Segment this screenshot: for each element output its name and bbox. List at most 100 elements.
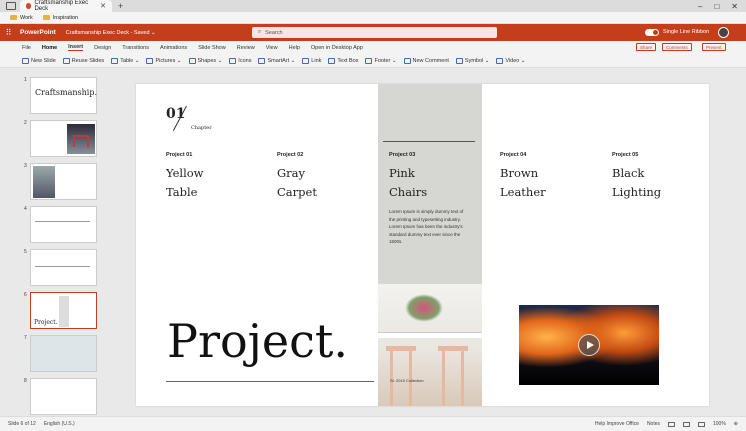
project-name: Pink Chairs bbox=[389, 164, 489, 202]
video-button[interactable]: Video ⌄ bbox=[496, 57, 526, 64]
language-indicator[interactable]: English (U.S.) bbox=[44, 421, 75, 427]
tab-design[interactable]: Design bbox=[94, 45, 111, 51]
text-box-button[interactable]: Text Box bbox=[328, 57, 358, 64]
chairs-photo[interactable]: St. 2019 Collection bbox=[378, 284, 482, 406]
tool-label: Table ⌄ bbox=[120, 57, 140, 64]
close-tab-icon[interactable]: ✕ bbox=[100, 2, 106, 10]
reuse-slides-icon bbox=[62, 57, 70, 64]
tab-review[interactable]: Review bbox=[237, 45, 255, 51]
project-name-line: Lighting bbox=[612, 185, 662, 199]
new-tab-button[interactable]: + bbox=[118, 1, 123, 11]
tab-slide-show[interactable]: Slide Show bbox=[198, 45, 226, 51]
shapes-button[interactable]: Shapes ⌄ bbox=[188, 57, 223, 64]
stool-shape bbox=[438, 346, 468, 406]
thumb-number: 3 bbox=[24, 163, 27, 169]
open-desktop-app-link[interactable]: Open in Desktop App bbox=[311, 45, 363, 51]
project-name-line: Table bbox=[166, 185, 198, 199]
powerpoint-favicon-icon bbox=[26, 3, 32, 9]
fit-to-window-icon[interactable]: ⊕ bbox=[734, 421, 738, 427]
slide-sorter-icon[interactable] bbox=[683, 421, 690, 427]
thumbnail-slide-8[interactable] bbox=[30, 378, 97, 415]
play-icon[interactable] bbox=[578, 334, 600, 356]
present-button[interactable]: Present bbox=[702, 43, 726, 51]
search-placeholder: Search bbox=[265, 29, 283, 36]
symbol-button[interactable]: Symbol ⌄ bbox=[455, 57, 490, 64]
thumb-number: 8 bbox=[24, 378, 27, 384]
thumbnail-slide-3[interactable] bbox=[30, 163, 97, 200]
ribbon-tabs: File Home Insert Design Transitions Anim… bbox=[0, 41, 746, 54]
icons-button[interactable]: Icons bbox=[229, 57, 252, 64]
pictures-button[interactable]: Pictures ⌄ bbox=[146, 57, 182, 64]
thumbnail-slide-4[interactable] bbox=[30, 206, 97, 243]
favorite-inspiration[interactable]: Inspiration bbox=[42, 14, 79, 21]
folder-icon bbox=[10, 15, 17, 20]
favorite-work[interactable]: Work bbox=[10, 15, 33, 21]
project-name: Gray Carpet bbox=[277, 164, 377, 202]
project-name-line: Black bbox=[612, 166, 645, 180]
browser-tab[interactable]: Craftsmanship Exec Deck ✕ bbox=[20, 0, 112, 12]
notes-button[interactable]: Notes bbox=[647, 421, 660, 427]
status-right: Help Improve Office Notes 100% ⊕ bbox=[595, 421, 738, 427]
reuse-slides-button[interactable]: Reuse Slides bbox=[62, 57, 105, 64]
minimize-button[interactable]: – bbox=[698, 2, 702, 11]
tab-insert[interactable]: Insert bbox=[68, 44, 84, 51]
single-line-ribbon-toggle[interactable] bbox=[645, 29, 659, 36]
project-name: Brown Leather bbox=[500, 164, 600, 202]
tab-home[interactable]: Home bbox=[42, 45, 57, 51]
project-name-line: Leather bbox=[500, 185, 546, 199]
tool-label: Pictures ⌄ bbox=[155, 57, 182, 64]
tab-actions-icon[interactable] bbox=[6, 2, 16, 10]
normal-view-icon[interactable] bbox=[668, 421, 675, 427]
link-button[interactable]: Link bbox=[302, 57, 321, 64]
project-name-line: Yellow bbox=[166, 166, 204, 180]
pictures-icon bbox=[146, 57, 154, 64]
document-title[interactable]: Craftsmanship Exec Deck - Saved ⌄ bbox=[66, 30, 156, 36]
app-launcher-icon[interactable]: ⠿ bbox=[0, 24, 16, 41]
tool-label: Shapes ⌄ bbox=[197, 57, 223, 64]
thumbnail-slide-7[interactable] bbox=[30, 335, 97, 372]
shapes-icon bbox=[188, 57, 196, 64]
tool-label: Reuse Slides bbox=[71, 57, 105, 64]
thumbnail-text-line bbox=[35, 221, 90, 222]
status-bar: Slide 6 of 12 English (U.S.) Help Improv… bbox=[0, 416, 746, 431]
maximize-button[interactable]: □ bbox=[714, 2, 719, 11]
project-name: Black Lighting bbox=[612, 164, 709, 202]
slide-canvas[interactable]: 01 Chapter Project 01 Yellow Table Projec… bbox=[136, 84, 709, 406]
tab-view[interactable]: View bbox=[266, 45, 278, 51]
tab-transitions[interactable]: Transitions bbox=[122, 45, 149, 51]
search-input[interactable]: ⌕ Search bbox=[252, 27, 497, 38]
new-comment-button[interactable]: New Comment bbox=[403, 57, 449, 64]
counter-shape bbox=[378, 332, 482, 338]
red-chair-shape bbox=[73, 135, 89, 147]
tab-animations[interactable]: Animations bbox=[160, 45, 187, 51]
reading-view-icon[interactable] bbox=[698, 421, 705, 427]
tool-label: Symbol ⌄ bbox=[464, 57, 490, 64]
thumbnail-slide-5[interactable] bbox=[30, 249, 97, 286]
share-button[interactable]: Share bbox=[636, 43, 657, 51]
table-button[interactable]: Table ⌄ bbox=[111, 57, 140, 64]
app-name[interactable]: PowerPoint bbox=[20, 29, 56, 36]
insert-toolbar: New Slide Reuse Slides Table ⌄ Pictures … bbox=[0, 54, 746, 68]
favorite-label: Work bbox=[20, 14, 33, 21]
comments-button[interactable]: Comments bbox=[662, 43, 692, 51]
project-label: Project 04 bbox=[500, 152, 527, 158]
tab-file[interactable]: File bbox=[22, 45, 31, 51]
thumbnail-slide-6[interactable]: Project. bbox=[30, 292, 97, 329]
footer-button[interactable]: Footer ⌄ bbox=[365, 57, 397, 64]
present-label: Present bbox=[706, 44, 722, 50]
smartart-button[interactable]: SmartArt ⌄ bbox=[258, 57, 296, 64]
thumbnail-slide-2[interactable] bbox=[30, 120, 97, 157]
project-name: Yellow Table bbox=[166, 164, 266, 202]
tab-help[interactable]: Help bbox=[289, 45, 300, 51]
avatar[interactable] bbox=[718, 27, 729, 38]
zoom-level[interactable]: 100% bbox=[713, 421, 726, 427]
favorite-label: Inspiration bbox=[52, 14, 79, 21]
concert-video[interactable] bbox=[519, 305, 659, 385]
help-improve-link[interactable]: Help Improve Office bbox=[595, 421, 639, 427]
close-window-button[interactable]: ✕ bbox=[731, 2, 738, 11]
app-header: ⠿ PowerPoint Craftsmanship Exec Deck - S… bbox=[0, 24, 746, 41]
new-slide-button[interactable]: New Slide bbox=[22, 57, 56, 64]
thumbnail-slide-1[interactable]: Craftsmanship. bbox=[30, 77, 97, 114]
tool-label: SmartArt ⌄ bbox=[267, 57, 296, 64]
tool-label: Icons bbox=[238, 57, 252, 64]
